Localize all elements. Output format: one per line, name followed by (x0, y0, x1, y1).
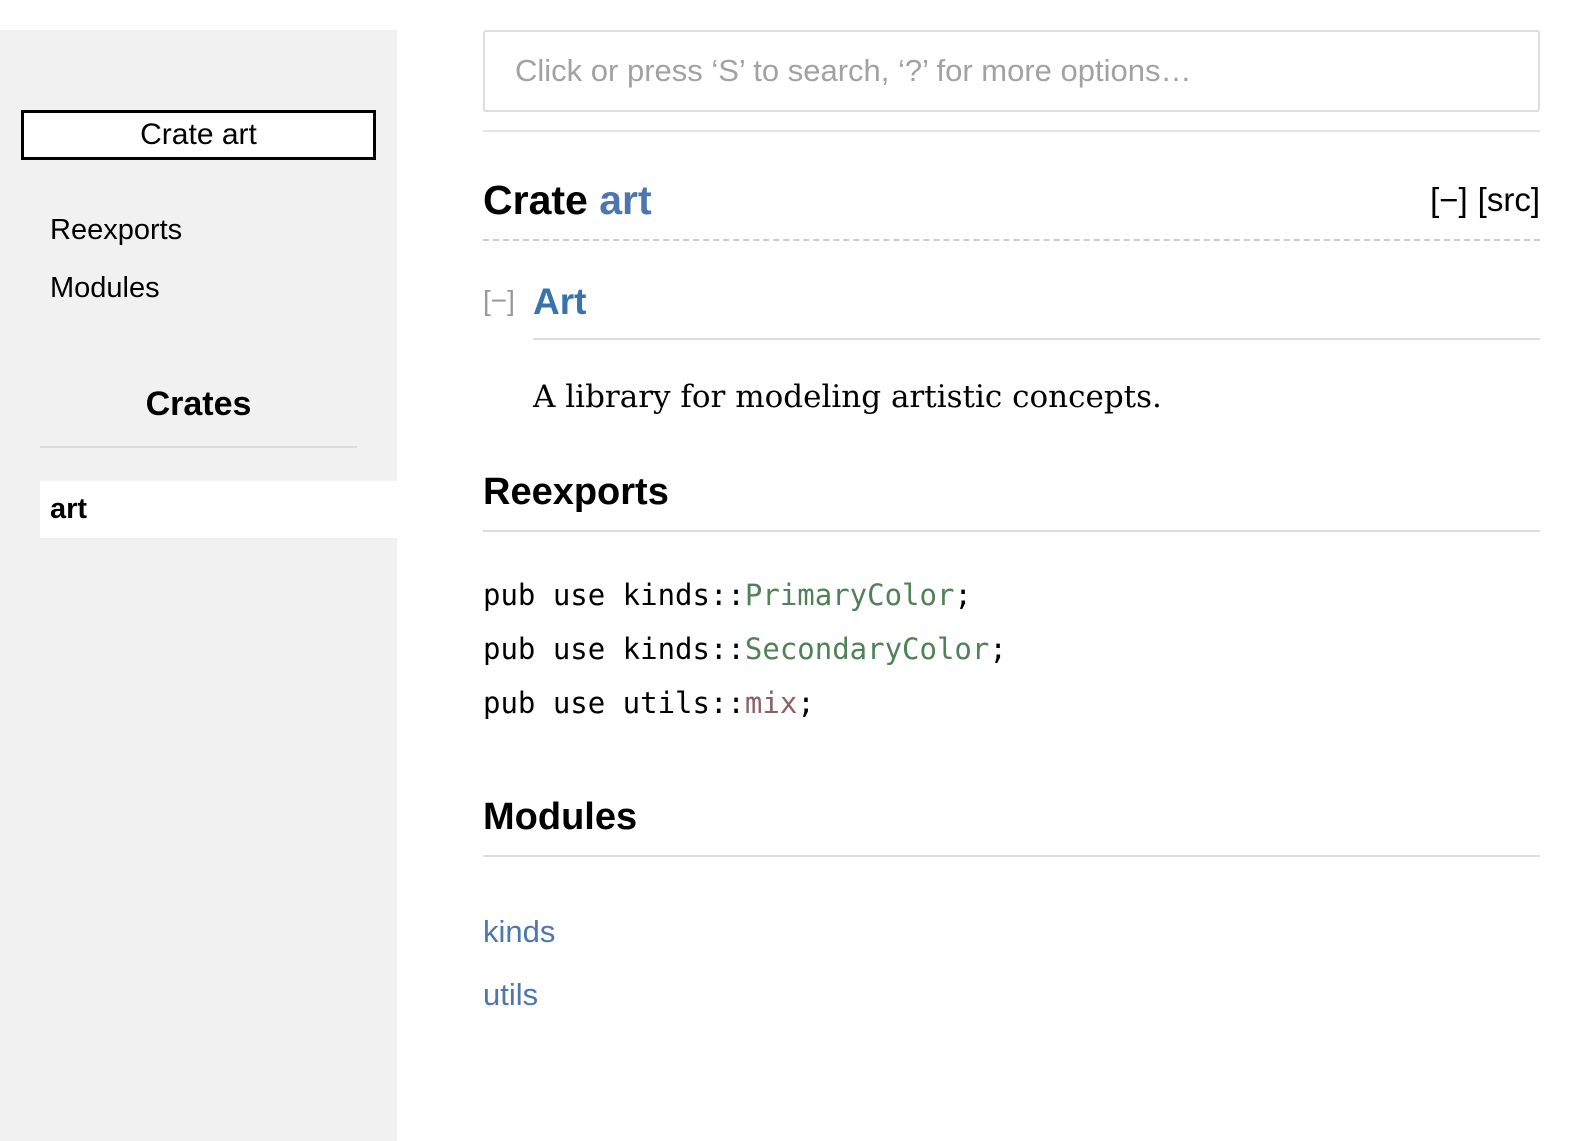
reexports-section-heading: Reexports (483, 471, 1540, 532)
reexport-link-secondarycolor[interactable]: SecondaryColor (745, 632, 989, 666)
src-link[interactable]: [src] (1478, 181, 1540, 218)
reexport-link-primarycolor[interactable]: PrimaryColor (745, 578, 955, 612)
sidebar-crates-divider (40, 446, 357, 448)
sidebar-crates-heading: Crates (0, 385, 397, 424)
module-link-utils[interactable]: utils (483, 977, 538, 1012)
modules-section-heading: Modules (483, 796, 1540, 857)
collapse-all-button[interactable]: [−] (1430, 181, 1468, 218)
search-input[interactable] (483, 30, 1540, 112)
doc-title: Art (533, 281, 1540, 340)
module-link-kinds[interactable]: kinds (483, 914, 555, 949)
reexport-link-mix[interactable]: mix (745, 686, 797, 720)
sidebar-crate-location: Crate art (21, 110, 376, 160)
reexport-code-suffix: ; (954, 578, 971, 612)
module-row: utils (483, 966, 1540, 1029)
main-content: [−] [src] Crate art [−] Art A library for… (397, 30, 1584, 1029)
reexports-list: pub use kinds::PrimaryColor; pub use kin… (483, 568, 1540, 730)
page-title: [−] [src] Crate art (483, 176, 1540, 241)
reexport-code-suffix: ; (989, 632, 1006, 666)
sidebar-section-links: Reexports Modules (0, 216, 397, 303)
modules-list: kinds utils (483, 903, 1540, 1029)
reexport-row: pub use kinds::PrimaryColor; (483, 568, 1540, 622)
reexport-code-suffix: ; (797, 686, 814, 720)
sidebar-item-modules[interactable]: Modules (50, 274, 397, 303)
page-title-crate-link[interactable]: art (599, 177, 651, 223)
reexport-code-prefix: pub use kinds:: (483, 632, 745, 666)
docblock: Art A library for modeling artistic conc… (533, 281, 1540, 415)
sidebar-crate-item-art[interactable]: art (40, 481, 397, 538)
page-title-prefix: Crate (483, 177, 599, 223)
search-divider (483, 130, 1540, 132)
reexport-code-prefix: pub use kinds:: (483, 578, 745, 612)
doc-paragraph: A library for modeling artistic concepts… (533, 379, 1540, 415)
heading-actions: [−] [src] (1430, 176, 1540, 224)
reexport-row: pub use utils::mix; (483, 676, 1540, 730)
doc-collapse-toggle[interactable]: [−] (483, 285, 515, 317)
reexport-code-prefix: pub use utils:: (483, 686, 745, 720)
reexport-row: pub use kinds::SecondaryColor; (483, 622, 1540, 676)
sidebar-item-reexports[interactable]: Reexports (50, 216, 397, 245)
doc-section: [−] Art A library for modeling artistic … (483, 281, 1540, 415)
sidebar: Crate art Reexports Modules Crates art (0, 30, 397, 1141)
module-row: kinds (483, 903, 1540, 966)
